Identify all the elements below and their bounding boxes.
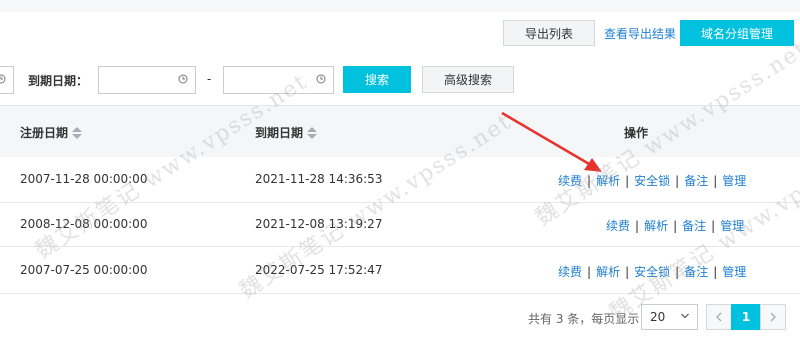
register-date-cell: 2007-07-25 00:00:00 xyxy=(20,263,148,277)
resolve-link[interactable]: 解析 xyxy=(596,265,620,279)
register-date-cell: 2007-11-28 00:00:00 xyxy=(20,172,148,186)
current-page-button[interactable]: 1 xyxy=(731,304,761,330)
table-row: 2007-07-25 00:00:00 2022-07-25 17:52:47 … xyxy=(0,247,800,294)
note-link[interactable]: 备注 xyxy=(684,265,708,279)
row-actions: 续费 | 解析 | 安全锁 | 备注 | 管理 xyxy=(558,265,747,279)
table-header: 注册日期 到期日期 操作 xyxy=(0,105,800,158)
top-strip xyxy=(0,0,800,12)
row-actions: 续费 | 解析 | 安全锁 | 备注 | 管理 xyxy=(558,174,747,188)
clock-icon xyxy=(316,74,326,84)
advanced-search-button[interactable]: 高级搜索 xyxy=(422,66,514,93)
pagination-summary: 共有 3 条，每页显示： xyxy=(528,312,652,326)
note-link[interactable]: 备注 xyxy=(684,174,708,188)
header-operation: 操作 xyxy=(624,126,649,140)
header-expire-date[interactable]: 到期日期 xyxy=(255,124,318,141)
expiry-date-start-input[interactable] xyxy=(98,66,196,94)
renew-link[interactable]: 续费 xyxy=(558,265,582,279)
header-register-date[interactable]: 注册日期 xyxy=(20,124,83,141)
security-lock-link[interactable]: 安全锁 xyxy=(634,174,670,188)
note-link[interactable]: 备注 xyxy=(682,219,706,233)
expiry-date-end-input[interactable] xyxy=(223,66,334,94)
expire-date-cell: 2022-07-25 17:52:47 xyxy=(255,263,383,277)
sort-icon[interactable] xyxy=(307,127,318,140)
manage-link[interactable]: 管理 xyxy=(720,219,744,233)
export-list-button[interactable]: 导出列表 xyxy=(503,20,595,46)
renew-link[interactable]: 续费 xyxy=(606,219,630,233)
clock-icon xyxy=(0,74,6,84)
expiry-date-label: 到期日期： xyxy=(28,74,89,88)
date-range-separator: - xyxy=(207,72,212,86)
chevron-left-icon xyxy=(716,312,722,322)
prev-page-button[interactable] xyxy=(706,304,732,330)
sort-icon[interactable] xyxy=(72,127,83,140)
renew-link[interactable]: 续费 xyxy=(558,174,582,188)
expire-date-cell: 2021-12-08 13:19:27 xyxy=(255,217,383,231)
clock-icon xyxy=(178,74,188,84)
register-date-cell: 2008-12-08 00:00:00 xyxy=(20,217,148,231)
manage-link[interactable]: 管理 xyxy=(722,265,746,279)
view-export-result-link[interactable]: 查看导出结果 xyxy=(604,25,676,42)
table-row: 2007-11-28 00:00:00 2021-11-28 14:36:53 … xyxy=(0,157,800,203)
expire-date-cell: 2021-11-28 14:36:53 xyxy=(255,172,383,186)
domain-group-manage-button[interactable]: 域名分组管理 xyxy=(680,20,794,46)
table-row: 2008-12-08 00:00:00 2021-12-08 13:19:27 … xyxy=(0,203,800,247)
resolve-link[interactable]: 解析 xyxy=(644,219,668,233)
next-page-button[interactable] xyxy=(760,304,786,330)
register-date-end-input[interactable] xyxy=(0,66,14,94)
page-size-select[interactable]: 20 xyxy=(641,304,698,330)
security-lock-link[interactable]: 安全锁 xyxy=(634,265,670,279)
chevron-down-icon xyxy=(681,313,689,319)
manage-link[interactable]: 管理 xyxy=(722,174,746,188)
chevron-right-icon xyxy=(770,312,776,322)
row-actions: 续费 | 解析 | 备注 | 管理 xyxy=(606,219,745,233)
search-button[interactable]: 搜索 xyxy=(343,66,411,93)
resolve-link[interactable]: 解析 xyxy=(596,174,620,188)
